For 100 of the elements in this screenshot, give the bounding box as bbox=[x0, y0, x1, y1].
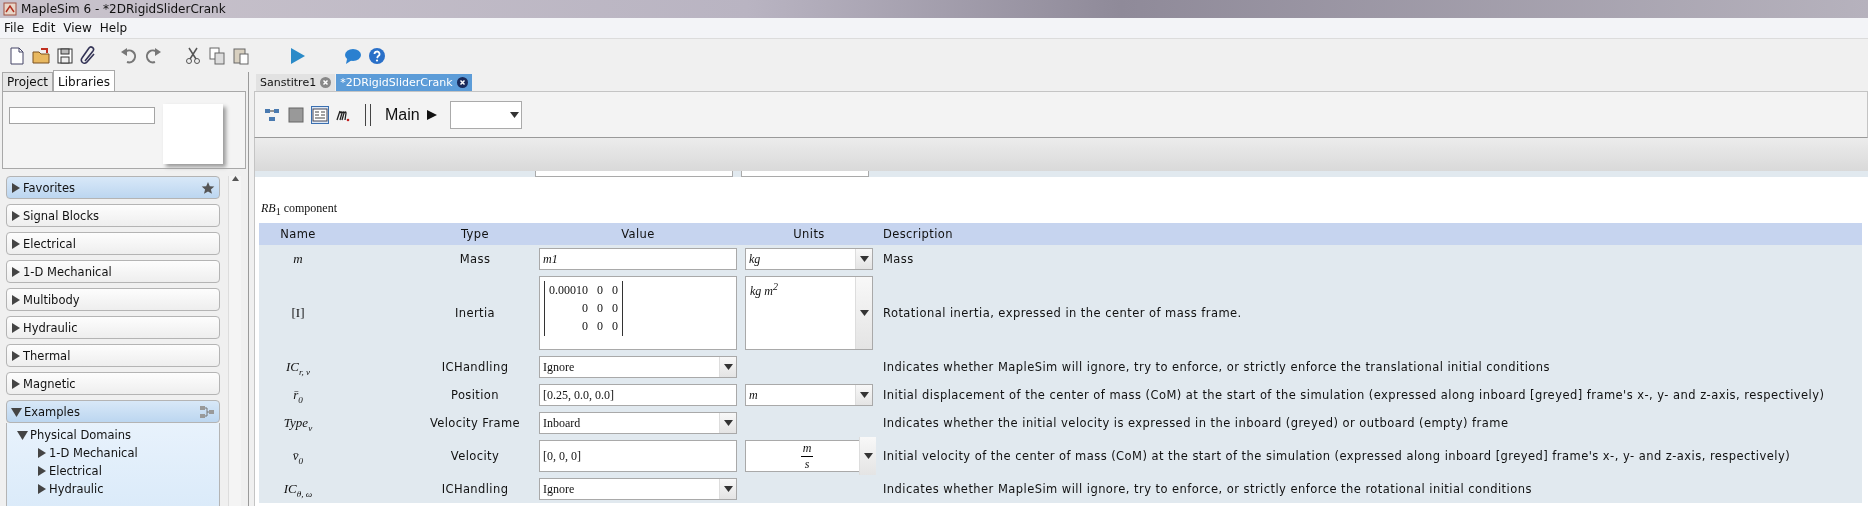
palette-label: Magnetic bbox=[23, 376, 77, 391]
matrix-entry: 0 bbox=[597, 319, 603, 335]
panel-tab[interactable]: Libraries bbox=[53, 70, 115, 91]
units-dropdown[interactable]: m bbox=[745, 384, 873, 407]
palette-header[interactable]: Thermal bbox=[6, 344, 220, 367]
matrix-entry: 0 bbox=[581, 301, 588, 317]
expand-triangle-icon[interactable] bbox=[11, 293, 21, 306]
dropdown-arrow-icon bbox=[723, 420, 733, 427]
palette-header[interactable]: Signal Blocks bbox=[6, 204, 220, 227]
dropdown-arrow-icon bbox=[723, 486, 733, 493]
scroll-up-icon[interactable] bbox=[231, 176, 239, 181]
search-field[interactable] bbox=[9, 107, 155, 124]
units-dropdown[interactable]: m s bbox=[745, 440, 873, 473]
expand-triangle-icon[interactable] bbox=[37, 483, 47, 495]
units-dropdown[interactable]: kg bbox=[745, 248, 873, 271]
view-mode-button[interactable] bbox=[287, 105, 305, 124]
undo-icon[interactable] bbox=[119, 45, 139, 66]
parameter-type: ICHandling bbox=[440, 360, 510, 375]
palette-header[interactable]: 1-D Mechanical bbox=[6, 260, 220, 283]
column-header: Units bbox=[792, 227, 826, 242]
palette-header[interactable]: Hydraulic bbox=[6, 316, 220, 339]
palette-label: Electrical bbox=[23, 236, 77, 251]
dropdown-arrow-icon bbox=[723, 364, 733, 371]
palette-header[interactable]: Favorites bbox=[6, 176, 220, 199]
save-icon[interactable] bbox=[55, 45, 75, 66]
palette-header[interactable]: Multibody bbox=[6, 288, 220, 311]
matrix-entry: 0 bbox=[612, 283, 618, 299]
collapse-triangle-icon[interactable] bbox=[17, 429, 28, 441]
matrix-entry: 0.00010 bbox=[549, 283, 588, 299]
parameter-type: Position bbox=[450, 388, 500, 403]
dropdown-arrow-icon bbox=[859, 310, 869, 317]
dropdown-arrow-icon bbox=[509, 111, 519, 118]
scissors-icon[interactable] bbox=[183, 45, 203, 66]
window-title: MapleSim 6 - *2DRigidSliderCrank bbox=[21, 2, 226, 16]
app-icon bbox=[3, 2, 17, 16]
menu-item[interactable]: File bbox=[0, 21, 29, 35]
tree-item[interactable]: Electrical bbox=[49, 464, 102, 478]
input-field[interactable] bbox=[535, 171, 733, 177]
palette-label: Multibody bbox=[23, 292, 81, 307]
help-icon[interactable] bbox=[367, 45, 387, 66]
star-icon[interactable] bbox=[201, 180, 215, 195]
menu-item[interactable]: Edit bbox=[28, 21, 60, 35]
dropdown-field[interactable]: Ignore bbox=[539, 478, 737, 501]
input-field[interactable] bbox=[741, 171, 869, 177]
dropdown-arrow-icon bbox=[863, 453, 873, 460]
view-mode-button[interactable] bbox=[311, 105, 329, 124]
menu-item[interactable]: Help bbox=[95, 21, 132, 35]
breadcrumb-label[interactable]: Main bbox=[385, 105, 420, 124]
parameter-type: Velocity Frame bbox=[428, 416, 522, 431]
parameter-description: Indicates whether MapleSim will ignore, try to enforce, or strictly enforce the translational initial conditions bbox=[882, 360, 1551, 375]
expand-triangle-icon[interactable] bbox=[11, 265, 21, 278]
parameter-name: m bbox=[292, 251, 304, 268]
expand-triangle-icon[interactable] bbox=[11, 377, 21, 390]
column-header: Description bbox=[882, 227, 954, 242]
expand-triangle-icon[interactable] bbox=[11, 237, 21, 250]
redo-icon[interactable] bbox=[143, 45, 163, 66]
copy-icon[interactable] bbox=[207, 45, 227, 66]
column-header: Name bbox=[279, 227, 317, 242]
parameter-name: [I] bbox=[290, 305, 306, 322]
dropdown-field[interactable]: Inboard bbox=[539, 412, 737, 435]
expand-triangle-icon[interactable] bbox=[11, 321, 21, 334]
dropdown-field[interactable]: Ignore bbox=[539, 356, 737, 379]
expand-triangle-icon[interactable] bbox=[11, 209, 21, 222]
matrix-entry: 0 bbox=[581, 319, 588, 335]
scrollbar[interactable] bbox=[228, 176, 241, 506]
tree-item[interactable]: 1-D Mechanical bbox=[49, 446, 138, 460]
expand-triangle-icon[interactable] bbox=[37, 465, 47, 477]
menu-item[interactable]: View bbox=[59, 21, 96, 35]
palette-header[interactable]: Electrical bbox=[6, 232, 220, 255]
input-field[interactable]: m1 bbox=[539, 248, 737, 271]
tree-item[interactable]: Hydraulic bbox=[49, 482, 104, 496]
expand-triangle-icon[interactable] bbox=[11, 181, 21, 194]
input-field[interactable]: [0.25, 0.0, 0.0] bbox=[539, 384, 737, 407]
parameter-type: Inertia bbox=[453, 306, 496, 321]
collapse-triangle-icon[interactable] bbox=[11, 405, 22, 418]
document-tab[interactable]: Sanstitre1 bbox=[256, 74, 336, 91]
parameter-description: Initial displacement of the center of mass (CoM) at the start of the simulation (expressed along inboard [greyed] frame's x-, y- and z-axis, respectively) bbox=[882, 388, 1826, 403]
tree-item[interactable]: Physical Domains bbox=[30, 428, 132, 442]
matrix-entry: 0 bbox=[597, 301, 603, 317]
palette-label: Hydraulic bbox=[23, 320, 79, 335]
new-file-icon[interactable] bbox=[7, 45, 27, 66]
play-arrow-icon bbox=[425, 108, 438, 121]
panel-tab[interactable]: Project bbox=[2, 72, 54, 91]
matrix-entry: 0 bbox=[612, 301, 618, 317]
parameter-type: Velocity bbox=[449, 449, 501, 464]
parameter-name: r̄$_{0}$ bbox=[292, 386, 304, 405]
open-folder-icon[interactable] bbox=[31, 45, 51, 66]
parameter-name: IC$_{θ, ω}$ bbox=[282, 480, 314, 499]
parameter-name: IC$_{r, v}$ bbox=[284, 358, 312, 377]
units-dropdown[interactable]: kg m$^{2}$ bbox=[745, 276, 873, 351]
column-header: Type bbox=[460, 227, 490, 242]
input-field[interactable]: [0, 0, 0] bbox=[539, 440, 737, 473]
close-icon[interactable] bbox=[456, 77, 468, 88]
expand-triangle-icon[interactable] bbox=[37, 447, 47, 459]
palette-header[interactable]: Examples bbox=[6, 400, 220, 423]
expand-triangle-icon[interactable] bbox=[11, 349, 21, 362]
palette-label: Signal Blocks bbox=[23, 208, 101, 223]
palette-header[interactable]: Magnetic bbox=[6, 372, 220, 395]
matrix-field[interactable]: 0.00010 0 0 0 0 0 0 0 0 bbox=[539, 276, 737, 351]
paste-icon[interactable] bbox=[231, 45, 251, 66]
